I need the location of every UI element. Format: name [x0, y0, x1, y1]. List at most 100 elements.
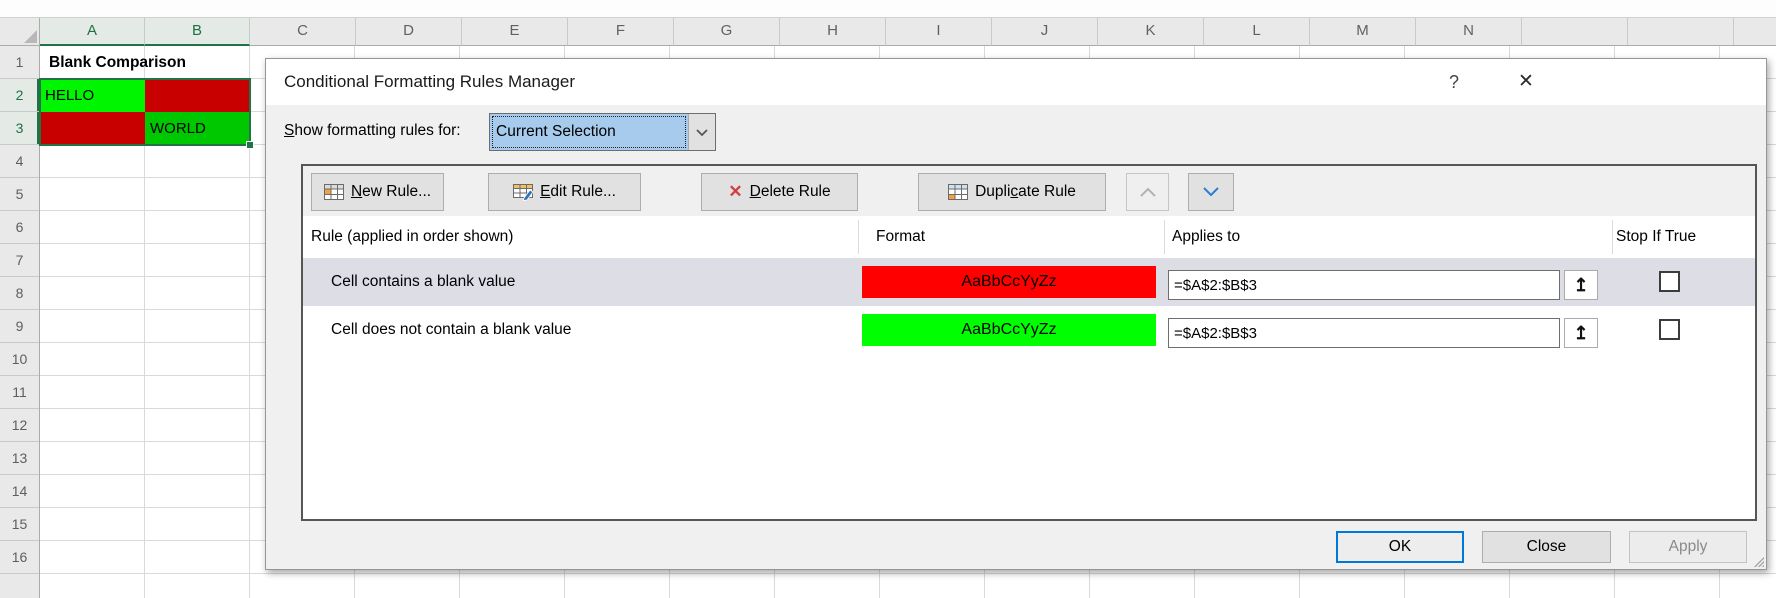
close-icon[interactable]: ✕ — [1506, 59, 1546, 105]
rules-panel: New Rule... Edit Rule... ✕ Delete Rule — [301, 164, 1757, 521]
formula-bar-bottom-strip — [0, 0, 1776, 18]
format-preview: AaBbCcYyZz — [862, 314, 1156, 346]
header-format: Format — [876, 216, 925, 258]
column-header-e[interactable]: E — [462, 18, 568, 46]
show-rules-label-post: how formatting rules for: — [294, 122, 460, 139]
column-header-c[interactable]: C — [250, 18, 356, 46]
show-rules-label-accel: S — [284, 122, 294, 139]
column-headers: A B C D E F G H I J K L M N — [0, 18, 1776, 46]
rule-row-2[interactable]: Cell does not contain a blank value AaBb… — [303, 306, 1755, 354]
column-header-h[interactable]: H — [780, 18, 886, 46]
column-header-n[interactable]: N — [1416, 18, 1522, 46]
help-button[interactable]: ? — [1436, 59, 1472, 105]
row-header-9[interactable]: 9 — [0, 310, 39, 343]
fill-handle[interactable] — [246, 141, 254, 149]
delete-rule-button[interactable]: ✕ Delete Rule — [701, 173, 858, 211]
edit-rule-button[interactable]: Edit Rule... — [488, 173, 641, 211]
show-rules-dropdown-value[interactable]: Current Selection — [490, 114, 688, 150]
dialog-titlebar[interactable]: Conditional Formatting Rules Manager ? ✕ — [266, 59, 1766, 105]
row-header-16[interactable]: 16 — [0, 541, 39, 574]
conditional-formatting-rules-manager-dialog: Conditional Formatting Rules Manager ? ✕… — [265, 58, 1767, 570]
duplicate-rule-label: Duplicate Rule — [975, 183, 1076, 201]
row-header-13[interactable]: 13 — [0, 442, 39, 475]
move-rule-down-button[interactable] — [1188, 173, 1234, 211]
delete-x-icon: ✕ — [728, 182, 742, 202]
row-header-10[interactable]: 10 — [0, 343, 39, 376]
cell-b3[interactable]: WORLD — [145, 112, 250, 145]
column-header-filler — [1522, 18, 1776, 46]
column-header-j[interactable]: J — [992, 18, 1098, 46]
rule-description: Cell does not contain a blank value — [331, 306, 571, 354]
edit-rule-pencil-icon — [513, 184, 533, 201]
column-header-m[interactable]: M — [1310, 18, 1416, 46]
collapse-dialog-button[interactable]: ↥ — [1564, 270, 1598, 300]
delete-rule-label: Delete Rule — [750, 183, 831, 201]
header-stop-if-true: Stop If True — [1616, 216, 1696, 258]
close-button[interactable]: Close — [1482, 531, 1611, 563]
column-header-i[interactable]: I — [886, 18, 992, 46]
cell-a3[interactable] — [40, 112, 145, 145]
row-header-8[interactable]: 8 — [0, 277, 39, 310]
column-header-l[interactable]: L — [1204, 18, 1310, 46]
applies-to-input[interactable] — [1168, 318, 1560, 348]
duplicate-rule-table-icon — [948, 184, 968, 200]
header-separator — [1164, 220, 1165, 254]
collapse-dialog-icon: ↥ — [1573, 275, 1588, 296]
dropdown-arrow-button[interactable] — [688, 114, 715, 150]
row-header-6[interactable]: 6 — [0, 211, 39, 244]
cell-b2[interactable] — [145, 79, 250, 112]
column-header-empty-2[interactable] — [1628, 18, 1734, 45]
show-rules-dropdown[interactable]: Current Selection — [489, 113, 716, 151]
column-header-b[interactable]: B — [145, 18, 250, 46]
format-preview: AaBbCcYyZz — [862, 266, 1156, 298]
chevron-up-icon — [1138, 186, 1158, 198]
rule-description: Cell contains a blank value — [331, 258, 515, 306]
column-header-a[interactable]: A — [40, 18, 145, 46]
apply-button[interactable]: Apply — [1629, 531, 1747, 563]
resize-grip[interactable] — [1752, 555, 1764, 567]
row-header-3[interactable]: 3 — [0, 112, 39, 145]
column-header-empty-1[interactable] — [1522, 18, 1628, 45]
row-header-5[interactable]: 5 — [0, 178, 39, 211]
collapse-dialog-button[interactable]: ↥ — [1564, 318, 1598, 348]
collapse-dialog-icon: ↥ — [1573, 323, 1588, 344]
chevron-down-icon — [695, 128, 709, 137]
edit-rule-label: Edit Rule... — [540, 183, 616, 201]
select-all-corner[interactable] — [0, 18, 40, 46]
new-rule-label: New Rule... — [351, 183, 431, 201]
row-header-2[interactable]: 2 — [0, 79, 39, 112]
column-header-f[interactable]: F — [568, 18, 674, 46]
rules-table-header: Rule (applied in order shown) Format App… — [303, 216, 1755, 258]
column-header-d[interactable]: D — [356, 18, 462, 46]
stop-if-true-checkbox[interactable] — [1659, 271, 1680, 292]
header-rule: Rule (applied in order shown) — [311, 216, 513, 258]
row-header-1[interactable]: 1 — [0, 46, 39, 79]
row-headers: 1 2 3 4 5 6 7 8 9 10 11 12 13 14 15 16 — [0, 46, 40, 598]
row-header-15[interactable]: 15 — [0, 508, 39, 541]
rules-toolbar: New Rule... Edit Rule... ✕ Delete Rule — [303, 166, 1755, 216]
header-separator — [858, 220, 859, 254]
show-rules-label: Show formatting rules for: — [284, 122, 461, 140]
new-rule-button[interactable]: New Rule... — [311, 173, 444, 211]
ok-button[interactable]: OK — [1336, 531, 1464, 563]
stop-if-true-checkbox[interactable] — [1659, 319, 1680, 340]
row-header-7[interactable]: 7 — [0, 244, 39, 277]
select-all-triangle-icon — [24, 30, 37, 43]
header-applies-to: Applies to — [1172, 216, 1240, 258]
rule-row-1[interactable]: Cell contains a blank value AaBbCcYyZz ↥ — [303, 258, 1755, 306]
column-header-k[interactable]: K — [1098, 18, 1204, 46]
excel-window: A B C D E F G H I J K L M N 1 2 3 4 5 6 … — [0, 0, 1776, 598]
applies-to-input[interactable] — [1168, 270, 1560, 300]
duplicate-rule-button[interactable]: Duplicate Rule — [918, 173, 1106, 211]
cell-a1[interactable]: Blank Comparison — [44, 46, 186, 79]
chevron-down-icon — [1201, 186, 1221, 198]
column-header-g[interactable]: G — [674, 18, 780, 46]
dialog-title: Conditional Formatting Rules Manager — [284, 59, 575, 105]
row-header-12[interactable]: 12 — [0, 409, 39, 442]
new-rule-table-icon — [324, 184, 344, 200]
cell-a2[interactable]: HELLO — [40, 79, 145, 112]
move-rule-up-button[interactable] — [1126, 173, 1169, 211]
row-header-14[interactable]: 14 — [0, 475, 39, 508]
row-header-11[interactable]: 11 — [0, 376, 39, 409]
row-header-4[interactable]: 4 — [0, 145, 39, 178]
